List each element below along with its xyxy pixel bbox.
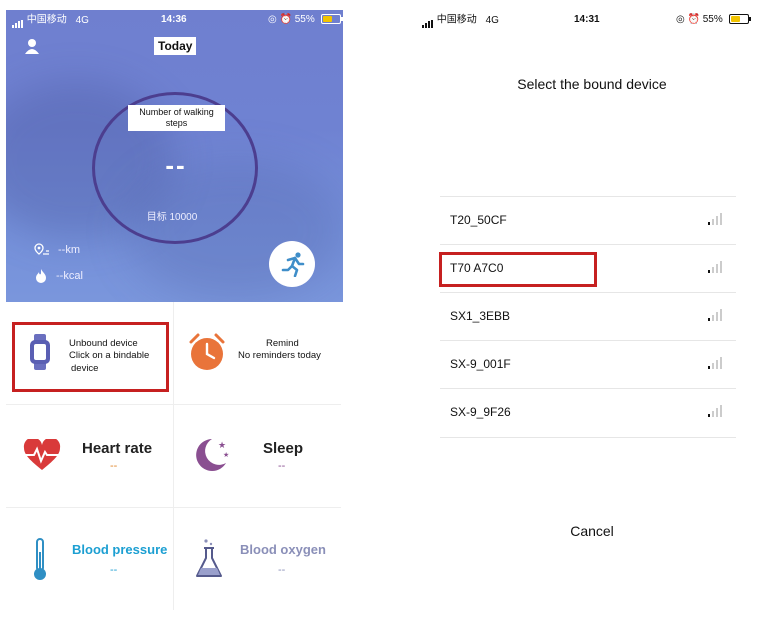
flame-icon: [36, 269, 46, 283]
thermometer-icon: [34, 538, 46, 580]
carrier-label: 中国移动: [436, 14, 477, 26]
flask-icon: [196, 539, 222, 577]
status-time: 14:31: [574, 14, 600, 25]
lock-rotation-icon: ◎: [268, 14, 277, 25]
device-row[interactable]: SX-9_9F26: [440, 388, 736, 437]
battery-label: 55%: [702, 14, 723, 25]
device-name: SX1_3EBB: [450, 309, 511, 323]
sleep-title: Sleep: [263, 440, 304, 457]
status-bar-right: ◎ ⏰ 55%: [676, 12, 751, 28]
signal-strength-icon: [708, 307, 726, 321]
lock-rotation-icon: ◎: [676, 14, 685, 25]
battery-label: 55%: [294, 14, 315, 25]
battery-icon: [320, 14, 343, 25]
network-label: 4G: [75, 14, 89, 26]
status-bar-right: ◎ ⏰ 55%: [268, 12, 343, 28]
remind-subtitle: No reminders today: [238, 350, 321, 361]
moon-icon: ★ ★: [196, 439, 229, 471]
cancel-button[interactable]: Cancel: [542, 523, 642, 539]
steps-label: Number of walking steps: [128, 105, 225, 131]
blood-oxygen-title: Blood oxygen: [240, 542, 326, 557]
device-row[interactable]: SX1_3EBB: [440, 292, 736, 341]
steps-goal: 目标 10000: [146, 212, 198, 223]
signal-strength-icon: [708, 211, 726, 225]
feature-grid: Unbound device Click on a bindable devic…: [6, 302, 343, 610]
distance-value: --km: [58, 243, 80, 256]
calories-stat: --kcal: [34, 268, 83, 284]
alarm-status-icon: ⏰: [279, 14, 292, 25]
signal-strength-icon: [708, 259, 726, 273]
highlight-box-device: [439, 252, 597, 287]
start-workout-button[interactable]: [269, 241, 315, 287]
blood-oxygen-value: --: [278, 564, 286, 576]
device-name: T20_50CF: [450, 213, 507, 227]
remind-title: Remind: [266, 338, 299, 349]
status-bar-left: 中国移动 4G: [422, 12, 499, 28]
distance-stat: --km: [34, 243, 80, 257]
status-time: 14:36: [161, 14, 187, 25]
sleep-value: --: [278, 460, 286, 472]
sleep-tile[interactable]: ★ ★ Sleep --: [174, 405, 341, 508]
list-divider: [440, 437, 736, 438]
alarm-status-icon: ⏰: [687, 14, 700, 25]
blood-pressure-title: Blood pressure: [72, 542, 168, 557]
remind-tile[interactable]: Remind No reminders today: [174, 302, 341, 405]
calories-value: --kcal: [56, 269, 83, 282]
heart-rate-title: Heart rate: [82, 440, 153, 457]
blood-oxygen-tile[interactable]: Blood oxygen --: [174, 508, 341, 610]
battery-icon: [728, 14, 751, 25]
steps-value: --: [165, 150, 187, 180]
heart-rate-value: --: [110, 460, 118, 472]
blood-pressure-value: --: [110, 564, 118, 576]
home-screen: 中国移动 4G 14:36 ◎ ⏰ 55% Today Number of wa…: [6, 10, 343, 610]
signal-icon: [12, 12, 24, 28]
heart-icon: [23, 439, 61, 470]
user-icon[interactable]: [24, 38, 40, 54]
signal-strength-icon: [708, 403, 726, 417]
page-title: Today: [154, 37, 197, 55]
signal-strength-icon: [708, 355, 726, 369]
today-hero: 中国移动 4G 14:36 ◎ ⏰ 55% Today Number of wa…: [6, 10, 343, 302]
location-icon: [34, 243, 49, 255]
network-label: 4G: [485, 14, 499, 26]
status-bar-left: 中国移动 4G: [12, 12, 89, 28]
blood-pressure-tile[interactable]: Blood pressure --: [6, 508, 174, 610]
svg-text:★: ★: [218, 441, 226, 451]
signal-icon: [422, 12, 434, 28]
heart-rate-tile[interactable]: Heart rate --: [6, 405, 174, 508]
device-row[interactable]: SX-9_001F: [440, 340, 736, 389]
svg-text:★: ★: [223, 451, 229, 459]
highlight-box-device: [12, 322, 169, 392]
device-select-screen: 中国移动 4G 14:31 ◎ ⏰ 55% Select the bound d…: [412, 10, 756, 610]
device-name: SX-9_9F26: [450, 405, 511, 419]
carrier-label: 中国移动: [26, 14, 67, 26]
page-title: Select the bound device: [517, 76, 667, 92]
device-row[interactable]: T20_50CF: [440, 196, 736, 245]
clock-icon: [189, 333, 225, 370]
device-name: SX-9_001F: [450, 357, 511, 371]
running-icon: [281, 252, 305, 277]
